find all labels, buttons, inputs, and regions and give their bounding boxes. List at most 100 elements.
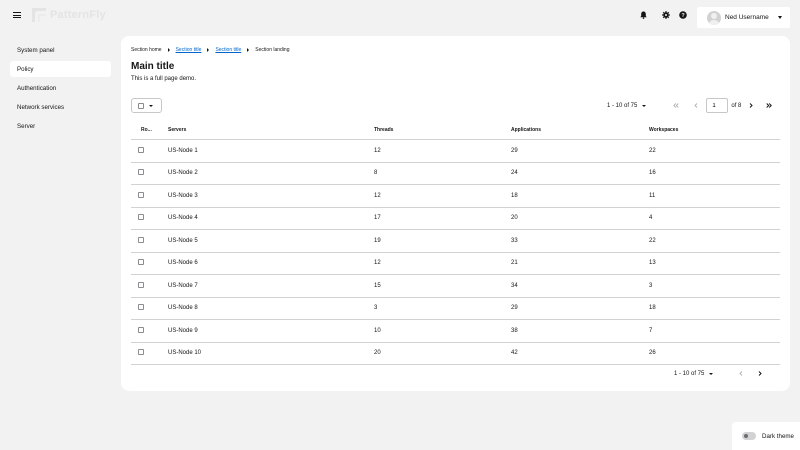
question-circle-icon[interactable]: ? bbox=[678, 10, 687, 19]
row-select-checkbox[interactable] bbox=[138, 281, 144, 288]
table-row: US-Node 8 3 29 18 bbox=[131, 298, 780, 320]
cell-server: US-Node 10 bbox=[168, 350, 202, 357]
sidebar-item-system-panel[interactable]: System panel bbox=[10, 42, 111, 58]
pagination-top: 1 - 10 of 75 of 8 bbox=[607, 98, 775, 113]
sidebar-item-authentication[interactable]: Authentication bbox=[10, 80, 111, 96]
previous-page-button[interactable] bbox=[690, 100, 702, 112]
cell-server: US-Node 8 bbox=[168, 305, 198, 312]
breadcrumb-item-section-title-1[interactable]: Section title bbox=[176, 47, 202, 53]
cell-workspaces: 16 bbox=[649, 170, 656, 177]
cell-server: US-Node 4 bbox=[168, 215, 198, 222]
row-select-checkbox[interactable] bbox=[138, 236, 144, 243]
cell-threads: 19 bbox=[374, 237, 381, 244]
cell-server: US-Node 2 bbox=[168, 170, 198, 177]
cell-threads: 3 bbox=[374, 305, 378, 312]
cell-threads: 12 bbox=[374, 260, 381, 267]
cell-server: US-Node 6 bbox=[168, 260, 198, 267]
breadcrumb-separator-icon bbox=[247, 48, 250, 52]
cell-workspaces: 11 bbox=[649, 192, 656, 199]
bulk-select-dropdown[interactable] bbox=[131, 98, 162, 113]
cell-applications: 42 bbox=[511, 350, 518, 357]
cell-applications: 21 bbox=[511, 260, 518, 267]
row-select-checkbox[interactable] bbox=[138, 214, 144, 221]
breadcrumb-item-section-home[interactable]: Section home bbox=[131, 47, 162, 53]
dark-theme-switch[interactable] bbox=[742, 432, 756, 440]
cell-applications: 29 bbox=[511, 305, 518, 312]
cell-applications: 18 bbox=[511, 192, 518, 199]
previous-page-button-bottom[interactable] bbox=[735, 368, 747, 380]
per-page-toggle[interactable]: 1 - 10 of 75 bbox=[607, 103, 647, 109]
first-page-button[interactable] bbox=[670, 100, 682, 112]
cell-applications: 38 bbox=[511, 327, 518, 334]
caret-down-icon bbox=[777, 16, 782, 19]
breadcrumb-separator-icon bbox=[167, 48, 170, 52]
sidebar-item-server[interactable]: Server bbox=[10, 118, 111, 134]
cell-applications: 24 bbox=[511, 170, 518, 177]
next-page-button[interactable] bbox=[745, 100, 757, 112]
cell-threads: 20 bbox=[374, 350, 381, 357]
table-header-row: Ro... Servers Threads Applications Works… bbox=[131, 120, 780, 140]
cell-threads: 10 bbox=[374, 327, 381, 334]
row-select-checkbox[interactable] bbox=[138, 191, 144, 198]
sidebar-item-network-services[interactable]: Network services bbox=[10, 99, 111, 115]
dark-theme-toggle[interactable]: Dark theme bbox=[732, 422, 800, 450]
column-header-threads[interactable]: Threads bbox=[374, 127, 511, 133]
cell-threads: 12 bbox=[374, 192, 381, 199]
user-menu-toggle[interactable]: Ned Username bbox=[697, 7, 790, 28]
bell-icon[interactable] bbox=[639, 10, 648, 19]
row-select-checkbox[interactable] bbox=[138, 349, 144, 356]
patternfly-logo-icon bbox=[32, 8, 46, 22]
breadcrumb-item-section-landing: Section landing bbox=[255, 47, 290, 53]
cell-applications: 20 bbox=[511, 215, 518, 222]
table-row: US-Node 1 12 29 22 bbox=[131, 140, 780, 163]
breadcrumb: Section home Section title Section title… bbox=[131, 47, 290, 53]
row-select-checkbox[interactable] bbox=[138, 326, 144, 333]
angle-right-icon bbox=[759, 371, 763, 376]
bulk-select-checkbox[interactable] bbox=[138, 102, 144, 109]
logo[interactable]: PatternFly bbox=[31, 6, 106, 24]
angle-left-icon bbox=[694, 103, 698, 108]
cell-threads: 17 bbox=[374, 215, 381, 222]
cell-workspaces: 13 bbox=[649, 260, 656, 267]
cell-server: US-Node 5 bbox=[168, 237, 198, 244]
angle-double-right-icon bbox=[766, 103, 773, 108]
cell-workspaces: 22 bbox=[649, 147, 656, 154]
row-select-checkbox[interactable] bbox=[138, 169, 144, 176]
cell-workspaces: 3 bbox=[649, 282, 653, 289]
table-row: US-Node 10 20 42 26 bbox=[131, 343, 780, 365]
cell-threads: 8 bbox=[374, 170, 378, 177]
current-page-input[interactable] bbox=[706, 98, 729, 113]
avatar bbox=[707, 10, 721, 25]
cell-workspaces: 4 bbox=[649, 215, 653, 222]
cell-threads: 12 bbox=[374, 147, 381, 154]
dark-theme-label: Dark theme bbox=[762, 432, 794, 440]
column-header-servers[interactable]: Servers bbox=[168, 127, 374, 133]
table-row: US-Node 6 12 21 13 bbox=[131, 253, 780, 275]
cell-applications: 29 bbox=[511, 147, 518, 154]
cell-threads: 15 bbox=[374, 282, 381, 289]
main-panel: Section home Section title Section title… bbox=[121, 36, 790, 391]
last-page-button[interactable] bbox=[763, 100, 775, 112]
table-row: US-Node 3 12 18 11 bbox=[131, 185, 780, 208]
next-page-button-bottom[interactable] bbox=[754, 368, 766, 380]
cell-workspaces: 26 bbox=[649, 350, 656, 357]
column-header-workspaces[interactable]: Workspaces bbox=[649, 127, 780, 133]
cell-applications: 33 bbox=[511, 237, 518, 244]
sidebar-item-policy[interactable]: Policy bbox=[10, 61, 111, 77]
gear-icon[interactable] bbox=[661, 10, 670, 19]
cell-workspaces: 22 bbox=[649, 237, 656, 244]
cell-server: US-Node 7 bbox=[168, 282, 198, 289]
row-select-checkbox[interactable] bbox=[138, 259, 144, 266]
logo-text: PatternFly bbox=[50, 9, 106, 21]
row-select-checkbox[interactable] bbox=[138, 146, 144, 153]
row-select-checkbox[interactable] bbox=[138, 304, 144, 311]
hamburger-menu-icon[interactable] bbox=[13, 11, 21, 19]
user-name: Ned Username bbox=[725, 14, 769, 21]
column-header-applications[interactable]: Applications bbox=[511, 127, 649, 133]
breadcrumb-item-section-title-2[interactable]: Section title bbox=[215, 47, 241, 53]
table-row: US-Node 4 17 20 4 bbox=[131, 208, 780, 230]
caret-down-icon bbox=[642, 104, 647, 107]
total-pages-label: of 8 bbox=[731, 102, 742, 109]
table-row: US-Node 9 10 38 7 bbox=[131, 320, 780, 343]
per-page-toggle-bottom[interactable]: 1 - 10 of 75 bbox=[674, 371, 714, 377]
